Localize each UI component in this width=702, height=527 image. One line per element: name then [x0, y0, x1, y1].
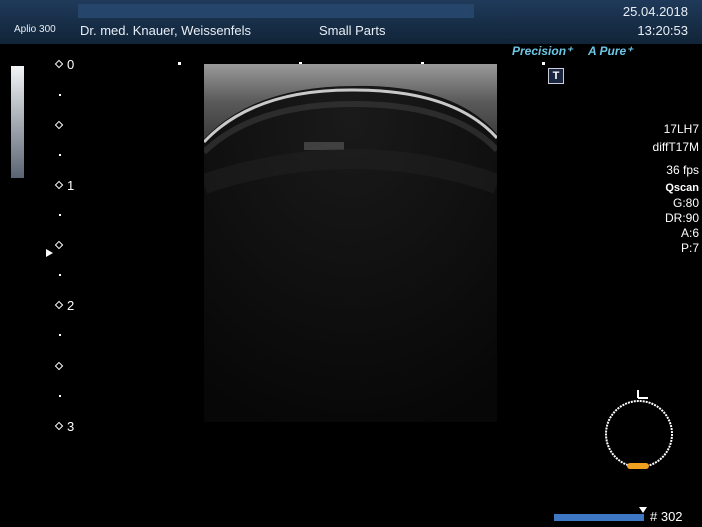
depth-tick-major: [54, 300, 64, 310]
depth-tick-half: [54, 361, 64, 371]
exam-time: 13:20:53: [637, 23, 688, 38]
depth-tick-major: [54, 180, 64, 190]
exam-date: 25.04.2018: [622, 4, 688, 19]
probe-name: 17LH7: [663, 122, 699, 136]
qscan-label: Qscan: [665, 182, 699, 194]
depth-label-0: 0: [67, 57, 75, 72]
frame-progress-bar[interactable]: [554, 514, 644, 521]
depth-label-3: 3: [67, 419, 75, 434]
depth-tick-major: [54, 421, 64, 431]
preset-name: Small Parts: [319, 23, 386, 38]
imaging-mode: diffT17M: [652, 140, 699, 154]
depth-label-2: 2: [67, 298, 75, 313]
depth-tick-minor: [59, 395, 61, 397]
depth-label-1: 1: [67, 178, 75, 193]
apure-mode-label: A Pure⁺: [588, 44, 633, 58]
device-model: Aplio 300: [14, 24, 56, 35]
lateral-tick: [178, 62, 181, 65]
ultrasound-image[interactable]: [204, 64, 497, 422]
frame-rate: 36 fps: [666, 163, 699, 177]
depth-tick-minor: [59, 154, 61, 156]
lateral-tick: [542, 62, 545, 65]
grayscale-bar: [11, 66, 24, 178]
depth-tick-half: [54, 240, 64, 250]
p-value: P:7: [680, 241, 699, 255]
focus-pointer-icon: [46, 249, 53, 257]
depth-tick-minor: [59, 334, 61, 336]
depth-tick-half: [54, 120, 64, 130]
institution-name: Dr. med. Knauer, Weissenfels: [80, 23, 252, 38]
header-highlight: [78, 4, 474, 18]
depth-tick-minor: [59, 94, 61, 96]
frame-caret-icon[interactable]: [639, 507, 647, 513]
t-badge: T: [548, 68, 564, 84]
depth-tick-major: [54, 59, 64, 69]
precision-mode-label: Precision⁺: [512, 44, 573, 58]
depth-tick-minor: [59, 274, 61, 276]
dynamic-range-value: DR:90: [664, 211, 699, 225]
depth-tick-minor: [59, 214, 61, 216]
a-value: A:6: [680, 226, 699, 240]
gain-value: G:80: [672, 196, 699, 210]
frame-number: # 302: [650, 509, 683, 524]
header-bar: Aplio 300 Dr. med. Knauer, Weissenfels S…: [0, 0, 702, 44]
body-marker-icon: [605, 390, 673, 469]
